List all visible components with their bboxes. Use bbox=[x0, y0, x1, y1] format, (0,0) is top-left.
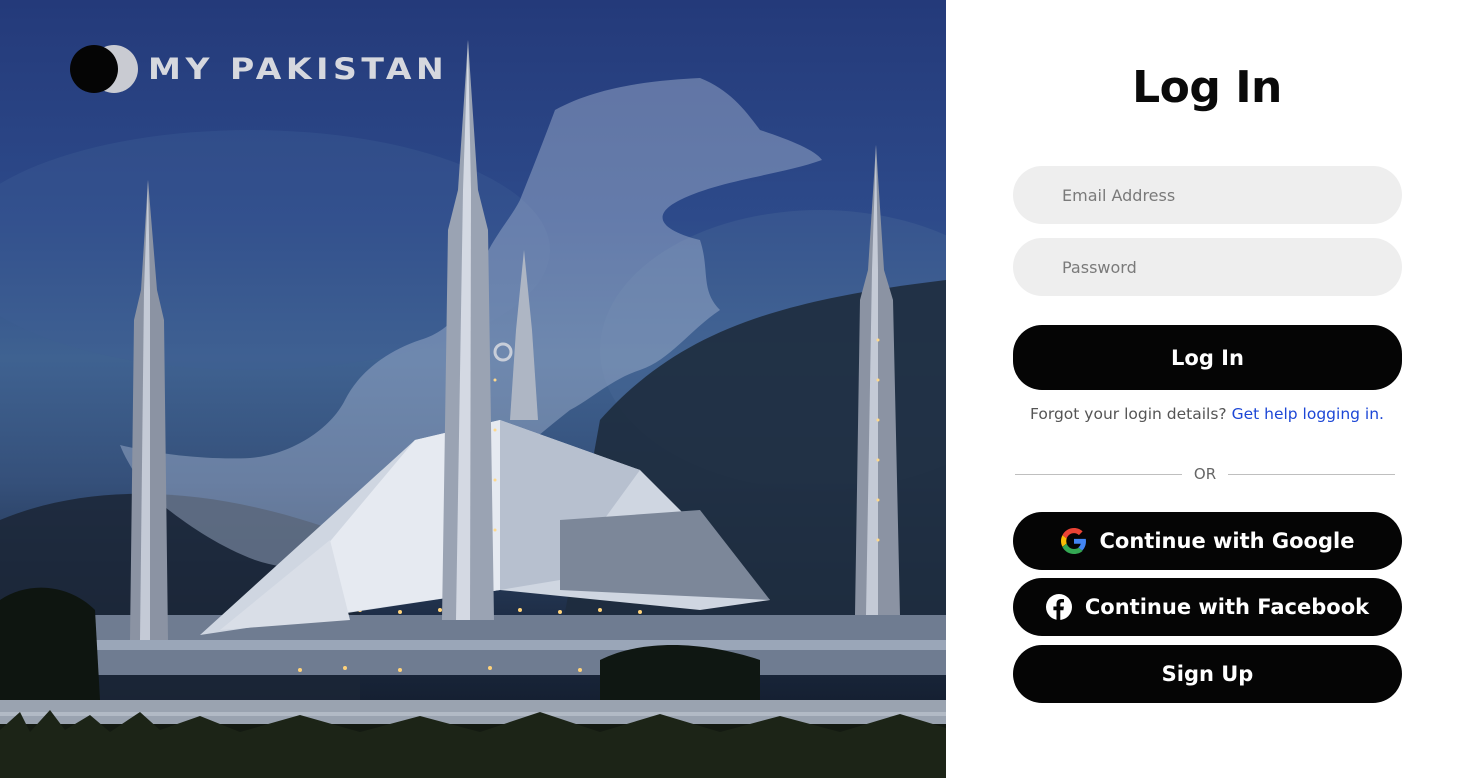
help-link[interactable]: Get help logging in. bbox=[1232, 405, 1384, 423]
password-field[interactable] bbox=[1013, 238, 1402, 296]
divider-line-right bbox=[1228, 473, 1396, 475]
or-divider: OR bbox=[1015, 462, 1396, 486]
hero-image: MY PAKISTAN bbox=[0, 0, 946, 778]
brand-logo-icon bbox=[70, 44, 140, 94]
login-button[interactable]: Log In bbox=[1013, 325, 1402, 390]
brand-name: MY PAKISTAN bbox=[148, 52, 449, 86]
login-panel: Log In Log In Forgot your login details?… bbox=[946, 0, 1468, 778]
google-logo-icon bbox=[1060, 528, 1087, 554]
google-login-label: Continue with Google bbox=[1099, 529, 1355, 553]
faisal-mosque-illustration bbox=[0, 40, 946, 778]
login-help: Forgot your login details? Get help logg… bbox=[946, 405, 1468, 423]
divider-or-text: OR bbox=[1193, 465, 1217, 483]
login-button-label: Log In bbox=[1171, 345, 1244, 370]
divider-line-left bbox=[1015, 473, 1182, 475]
signup-button[interactable]: Sign Up bbox=[1013, 645, 1402, 703]
facebook-login-button[interactable]: Continue with Facebook bbox=[1013, 578, 1402, 636]
signup-button-label: Sign Up bbox=[1161, 662, 1254, 686]
email-field[interactable] bbox=[1013, 166, 1402, 224]
help-text: Forgot your login details? bbox=[1030, 405, 1227, 423]
facebook-logo-icon bbox=[1045, 594, 1072, 620]
google-login-button[interactable]: Continue with Google bbox=[1013, 512, 1402, 570]
brand-header: MY PAKISTAN bbox=[70, 44, 444, 94]
page-title: Log In bbox=[1132, 62, 1282, 113]
facebook-login-label: Continue with Facebook bbox=[1084, 595, 1370, 619]
